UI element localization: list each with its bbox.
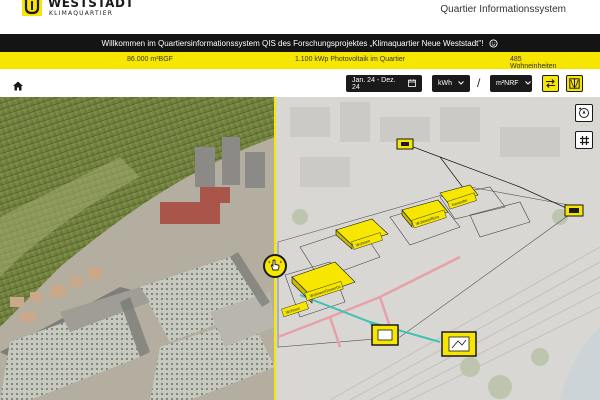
- area-unit-select[interactable]: m²NRF: [490, 75, 532, 92]
- stats-bar: 86.000 m²BGF 1.100 kWp Photovoltaik im Q…: [0, 52, 600, 70]
- map-marker[interactable]: [371, 324, 399, 346]
- weststadt-logo[interactable]: WESTSTADT KLIMAQUARTIER: [22, 0, 134, 18]
- compass-icon: [578, 104, 590, 123]
- logo-mark-icon: [22, 0, 42, 16]
- map-viewport[interactable]: Wohnen/Gewerbe Wohnen Wohnen/Büro Gewerb…: [0, 97, 600, 400]
- welcome-text: Willkommen im Quartiersinformationssyste…: [101, 38, 484, 48]
- district-model: Wohnen/Gewerbe Wohnen Wohnen/Büro Gewerb…: [277, 138, 584, 357]
- stat-photovoltaic: 1.100 kWp Photovoltaik im Quartier: [294, 56, 406, 63]
- grid-hash-icon: [579, 131, 590, 150]
- info-icon[interactable]: [489, 38, 499, 48]
- hand-pointer-icon: [268, 257, 282, 276]
- date-range-label: Jan. 24 - Dez. 24: [352, 76, 396, 91]
- logo-subtitle: KLIMAQUARTIER: [49, 10, 114, 17]
- page-title: Quartier Informationssystem: [440, 4, 566, 15]
- grid-toggle-button[interactable]: [575, 131, 593, 149]
- reset-orientation-button[interactable]: [575, 104, 593, 122]
- app-header: WESTSTADT KLIMAQUARTIER Quartier Informa…: [0, 0, 600, 34]
- map-marker[interactable]: [441, 331, 477, 357]
- energy-unit-select[interactable]: kWh: [432, 75, 470, 92]
- qis-app: WESTSTADT KLIMAQUARTIER Quartier Informa…: [0, 0, 600, 400]
- logo-wordmark: WESTSTADT: [48, 0, 135, 10]
- calendar-icon: [408, 78, 416, 89]
- chevron-down-icon: [524, 80, 531, 87]
- swap-view-button[interactable]: [542, 75, 559, 92]
- home-icon[interactable]: [12, 77, 24, 91]
- map-marker[interactable]: [564, 204, 584, 217]
- swap-arrows-icon: [545, 74, 556, 93]
- split-drag-handle[interactable]: [263, 254, 287, 278]
- stat-gross-floor-area: 86.000 m²BGF: [127, 56, 173, 63]
- split-view-icon: [569, 74, 580, 93]
- map-marker[interactable]: [396, 138, 414, 150]
- compare-divider[interactable]: [274, 97, 276, 400]
- date-range-picker[interactable]: Jan. 24 - Dez. 24: [346, 75, 422, 92]
- chevron-down-icon: [458, 80, 464, 87]
- area-unit-value: m²NRF: [496, 80, 519, 87]
- split-compare-button[interactable]: [566, 75, 583, 92]
- energy-unit-value: kWh: [438, 80, 452, 87]
- welcome-banner: Willkommen im Quartiersinformationssyste…: [0, 34, 600, 52]
- toolbar: Jan. 24 - Dez. 24 kWh / m²NRF: [0, 69, 600, 97]
- unit-separator: /: [477, 76, 481, 90]
- stat-housing-units: 485 Wohneinheiten: [510, 56, 557, 70]
